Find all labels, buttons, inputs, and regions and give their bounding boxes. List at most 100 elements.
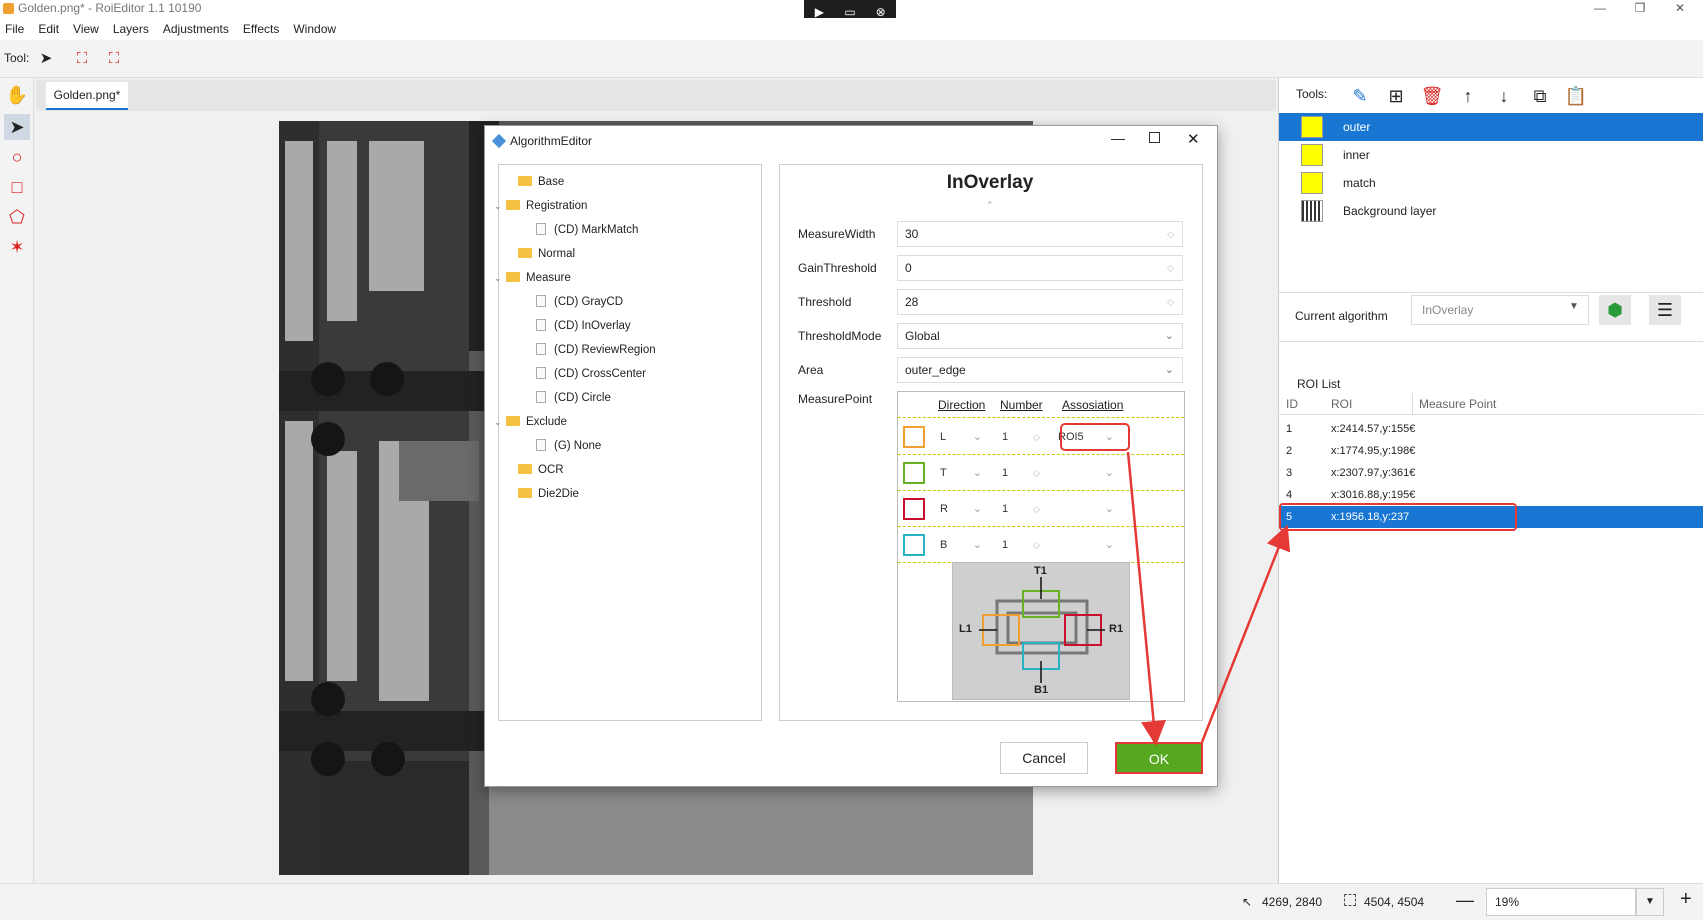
magic-wand-icon[interactable]: ✶ — [4, 234, 30, 260]
edit-icon[interactable]: ✎ — [1346, 82, 1374, 110]
tree-item-reviewregion[interactable]: (CD) ReviewRegion — [536, 340, 656, 360]
chevron-down-icon: ▼ — [1569, 301, 1579, 312]
number-input[interactable]: 1 ◇ — [994, 497, 1046, 521]
add-layer-icon[interactable]: ⊞ — [1382, 82, 1410, 110]
zoom-input[interactable]: 19% — [1486, 888, 1636, 916]
direction-select[interactable]: B ⌄ — [932, 533, 988, 557]
layer-inner[interactable]: inner — [1279, 141, 1703, 169]
disconnect-icon[interactable]: ⊗ — [872, 5, 890, 19]
tree-item-circle[interactable]: (CD) Circle — [536, 388, 611, 408]
tree-item-normal[interactable]: Normal — [506, 244, 575, 264]
color-swatch-green[interactable] — [903, 462, 925, 484]
col-id: ID — [1286, 397, 1298, 411]
dialog-minimize-button[interactable]: — — [1111, 130, 1125, 146]
number-input[interactable]: 1 ◇ — [994, 461, 1046, 485]
tree-item-die2die[interactable]: Die2Die — [506, 484, 579, 504]
menu-edit[interactable]: Edit — [38, 22, 59, 36]
hand-tool-icon[interactable]: ✋ — [4, 82, 30, 108]
tree-item-graycd[interactable]: (CD) GrayCD — [536, 292, 623, 312]
association-select[interactable]: ⌄ — [1050, 497, 1120, 521]
move-up-icon[interactable]: ↑ — [1454, 82, 1482, 110]
measure-width-input[interactable]: 30 ◇ — [897, 221, 1183, 247]
zoom-in-button[interactable]: + — [1680, 888, 1692, 911]
mp-row-t: T ⌄ 1 ◇ ⌄ — [898, 455, 1184, 491]
color-swatch-cyan[interactable] — [903, 534, 925, 556]
association-select[interactable]: ⌄ — [1050, 533, 1120, 557]
tree-item-exclude[interactable]: ⌄ Exclude — [494, 412, 567, 432]
layer-match[interactable]: match — [1279, 169, 1703, 197]
layer-name: Background layer — [1343, 204, 1437, 218]
collapse-chevron-icon[interactable]: ⌃ — [986, 200, 994, 211]
pointer-tool-icon[interactable]: ➤ — [36, 49, 56, 69]
close-button[interactable]: ✕ — [1660, 0, 1700, 18]
threshold-input[interactable]: 28 ◇ — [897, 289, 1183, 315]
number-input[interactable]: 1 ◇ — [994, 425, 1046, 449]
cursor-position: 4269, 2840 — [1262, 895, 1323, 909]
color-swatch-orange[interactable] — [903, 426, 925, 448]
area-select[interactable]: outer_edge ⌄ — [897, 357, 1183, 383]
table-row[interactable]: 2 x:1774.95,y:198€ — [1279, 440, 1703, 462]
menu-layers[interactable]: Layers — [113, 22, 149, 36]
folder-icon — [518, 248, 532, 258]
copy-icon[interactable]: ⧉ — [1526, 82, 1554, 110]
menu-effects[interactable]: Effects — [243, 22, 279, 36]
overlay-diagram-svg — [979, 577, 1105, 683]
color-swatch-red[interactable] — [903, 498, 925, 520]
move-down-icon[interactable]: ↓ — [1490, 82, 1518, 110]
document-tab[interactable]: Golden.png* — [46, 82, 128, 110]
tree-item-inoverlay[interactable]: (CD) InOverlay — [536, 316, 631, 336]
layer-name: outer — [1343, 120, 1371, 134]
gain-threshold-input[interactable]: 0 ◇ — [897, 255, 1183, 281]
keyboard-icon[interactable]: ▭ — [841, 5, 859, 19]
gain-threshold-label: GainThreshold — [798, 261, 877, 275]
direction-select[interactable]: L ⌄ — [932, 425, 988, 449]
select-tool-icon[interactable]: ➤ — [4, 114, 30, 140]
number-input[interactable]: 1 ◇ — [994, 533, 1046, 557]
cube-icon[interactable]: ⬢ — [1599, 295, 1631, 325]
tree-item-crosscenter[interactable]: (CD) CrossCenter — [536, 364, 646, 384]
chevron-down-icon: ⌄ — [1164, 330, 1174, 342]
polygon-tool-icon[interactable]: ⬠ — [4, 204, 30, 230]
dialog-maximize-button[interactable] — [1149, 132, 1160, 143]
tools-label: Tools: — [1296, 87, 1328, 101]
algorithm-select[interactable]: InOverlay — [1411, 295, 1589, 325]
ellipse-tool-icon[interactable]: ○ — [4, 144, 30, 170]
layer-outer[interactable]: outer — [1279, 113, 1703, 141]
direction-select[interactable]: R ⌄ — [932, 497, 988, 521]
chevron-down-icon: ⌄ — [1164, 364, 1174, 376]
folder-icon — [518, 464, 532, 474]
clear-all-icon[interactable]: ⛶ — [104, 49, 124, 69]
minimize-button[interactable]: — — [1580, 0, 1620, 18]
menu-window[interactable]: Window — [293, 22, 336, 36]
layer-background[interactable]: Background layer — [1279, 197, 1703, 225]
tree-item-ocr[interactable]: OCR — [506, 460, 564, 480]
threshold-mode-label: ThresholdMode — [798, 329, 882, 343]
col-number: Number — [1000, 398, 1043, 412]
menu-adjustments[interactable]: Adjustments — [163, 22, 229, 36]
zoom-dropdown-icon[interactable]: ▼ — [1636, 888, 1664, 916]
menu-circle-icon[interactable]: ☰ — [1649, 295, 1681, 325]
tree-item-none[interactable]: (G) None — [536, 436, 601, 456]
pin-icon[interactable]: ▶ — [810, 5, 828, 19]
menu-view[interactable]: View — [73, 22, 99, 36]
paste-icon[interactable]: 📋 — [1562, 82, 1590, 110]
zoom-out-button[interactable]: — — [1456, 890, 1474, 911]
table-row[interactable]: 3 x:2307.97,y:361€ — [1279, 462, 1703, 484]
cancel-button[interactable]: Cancel — [1000, 742, 1088, 774]
menu-file[interactable]: File — [5, 22, 24, 36]
table-row[interactable]: 1 x:2414.57,y:155€ — [1279, 418, 1703, 440]
direction-select[interactable]: T ⌄ — [932, 461, 988, 485]
dialog-close-button[interactable]: ✕ — [1187, 130, 1200, 148]
delete-icon[interactable]: 🗑 — [1418, 82, 1446, 110]
restore-button[interactable]: ❐ — [1620, 0, 1660, 18]
tree-item-base[interactable]: Base — [506, 172, 564, 192]
tree-item-measure[interactable]: ⌄ Measure — [494, 268, 571, 288]
rectangle-tool-icon[interactable]: □ — [4, 174, 30, 200]
col-association: Assosiation — [1062, 398, 1124, 412]
tree-item-markmatch[interactable]: (CD) MarkMatch — [536, 220, 638, 240]
tree-item-registration[interactable]: ⌄ Registration — [494, 196, 587, 216]
clear-selection-icon[interactable]: ⛶ — [72, 49, 92, 69]
association-select[interactable]: ⌄ — [1050, 461, 1120, 485]
threshold-mode-select[interactable]: Global ⌄ — [897, 323, 1183, 349]
ok-button[interactable]: OK — [1115, 742, 1203, 774]
